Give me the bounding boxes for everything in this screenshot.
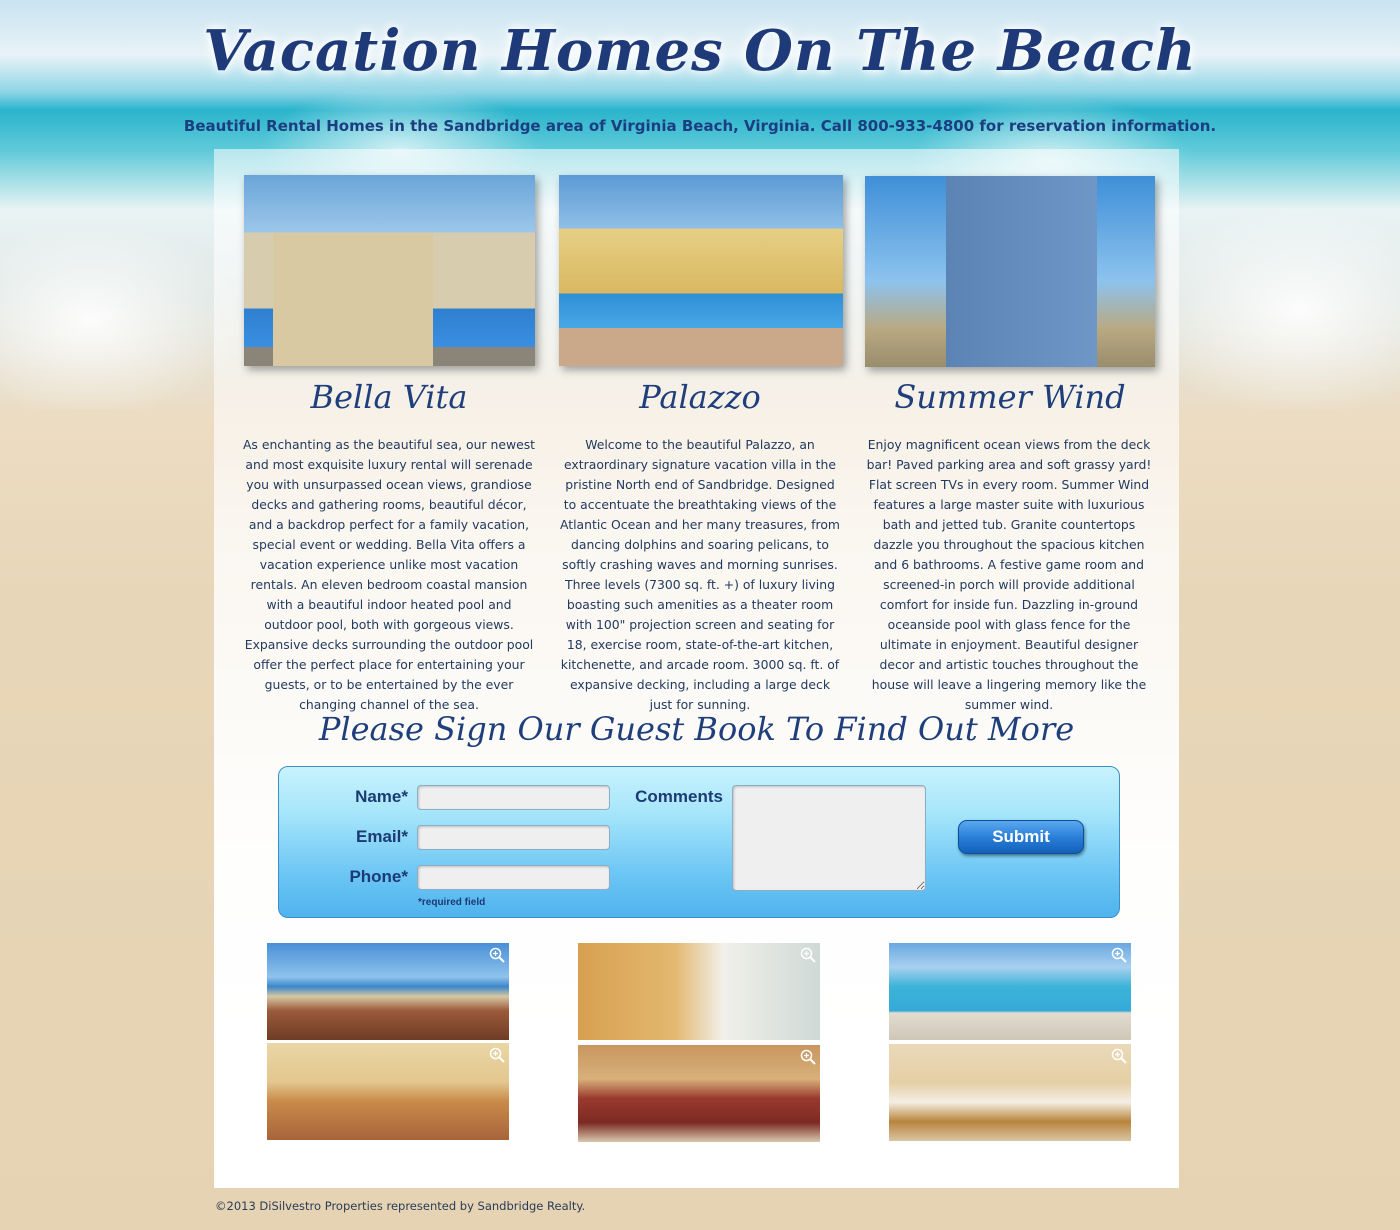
email-input[interactable] xyxy=(417,825,610,850)
palazzo-photo[interactable] xyxy=(559,175,843,366)
zoom-in-icon[interactable] xyxy=(489,947,505,963)
gallery-thumbnail[interactable] xyxy=(578,1045,820,1142)
property-description-bella-vita: As enchanting as the beautiful sea, our … xyxy=(242,437,536,712)
submit-button[interactable]: Submit xyxy=(958,820,1084,854)
property-name-summer-wind: Summer Wind xyxy=(894,378,1126,416)
phone-input[interactable] xyxy=(417,865,610,890)
property-name-bella-vita: Bella Vita xyxy=(310,378,468,416)
gallery-thumbnail[interactable] xyxy=(889,943,1131,1040)
comments-textarea[interactable] xyxy=(732,785,926,891)
comments-label: Comments xyxy=(635,787,723,806)
gallery-thumbnail[interactable] xyxy=(267,943,509,1040)
required-field-note: *required field xyxy=(418,897,486,908)
gallery-thumbnail[interactable] xyxy=(889,1044,1131,1141)
zoom-in-icon[interactable] xyxy=(800,947,816,963)
gallery-thumbnail[interactable] xyxy=(267,1043,509,1140)
email-label: Email* xyxy=(356,827,408,846)
zoom-in-icon[interactable] xyxy=(800,1049,816,1065)
summer-wind-photo[interactable] xyxy=(865,176,1155,367)
zoom-in-icon[interactable] xyxy=(489,1047,505,1063)
footer-copyright: ©2013 DiSilvestro Properties represented… xyxy=(215,1199,586,1213)
name-input[interactable] xyxy=(417,785,610,810)
zoom-in-icon[interactable] xyxy=(1111,1048,1127,1064)
guestbook-title: Please Sign Our Guest Book To Find Out M… xyxy=(318,710,1075,748)
site-tagline: Beautiful Rental Homes in the Sandbridge… xyxy=(183,117,1217,135)
bella-vita-photo[interactable] xyxy=(244,175,535,366)
property-description-palazzo: Welcome to the beautiful Palazzo, an ext… xyxy=(560,437,840,712)
phone-label: Phone* xyxy=(349,867,408,886)
gallery-thumbnail[interactable] xyxy=(578,943,820,1040)
property-description-summer-wind: Enjoy magnificent ocean views from the d… xyxy=(866,437,1152,712)
zoom-in-icon[interactable] xyxy=(1111,947,1127,963)
site-title: Vacation Homes On The Beach xyxy=(203,18,1197,84)
name-label: Name* xyxy=(355,787,408,806)
property-name-palazzo: Palazzo xyxy=(639,378,761,416)
